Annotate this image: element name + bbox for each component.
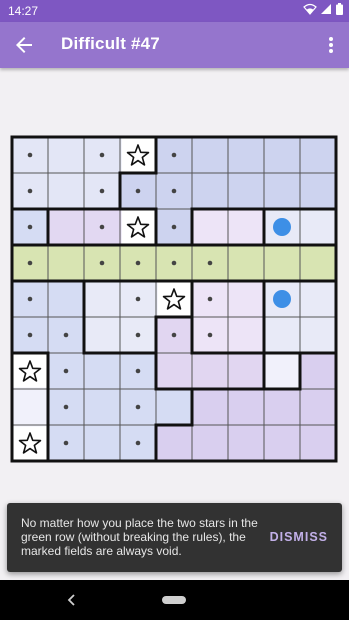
dismiss-button[interactable]: DISMISS	[270, 530, 328, 544]
void-dot	[27, 296, 33, 302]
board-cell[interactable]	[48, 137, 84, 173]
board-cell[interactable]	[84, 389, 120, 425]
board-cell[interactable]	[228, 209, 264, 245]
puzzle-grid	[10, 135, 338, 463]
board-cell[interactable]	[228, 389, 264, 425]
star-battle-board	[10, 135, 338, 463]
void-dot	[171, 332, 177, 338]
app-bar: Difficult #47	[0, 22, 349, 68]
board-cell[interactable]	[228, 353, 264, 389]
void-dot	[63, 368, 69, 374]
void-dot	[171, 260, 177, 266]
marked-void-indicator	[273, 218, 291, 236]
board-cell[interactable]	[264, 425, 300, 461]
void-dot	[99, 260, 105, 266]
status-bar: 14:27	[0, 0, 349, 22]
void-dot	[135, 296, 141, 302]
void-dot	[207, 296, 213, 302]
board-cell[interactable]	[192, 389, 228, 425]
navigation-bar	[0, 580, 349, 620]
board-cell[interactable]	[228, 317, 264, 353]
void-dot	[27, 332, 33, 338]
board-cell[interactable]	[300, 425, 336, 461]
board-cell[interactable]	[300, 209, 336, 245]
board-cell[interactable]	[84, 281, 120, 317]
page-title: Difficult #47	[61, 34, 160, 53]
nav-home-icon[interactable]	[162, 596, 186, 604]
wifi-icon	[303, 3, 317, 15]
void-dot	[27, 260, 33, 266]
board-cell[interactable]	[192, 425, 228, 461]
void-dot	[63, 440, 69, 446]
board-cell[interactable]	[300, 137, 336, 173]
board-cell[interactable]	[192, 209, 228, 245]
signal-icon	[321, 4, 331, 14]
status-icons	[303, 3, 343, 15]
void-dot	[207, 260, 213, 266]
void-dot	[99, 152, 105, 158]
board-cell[interactable]	[84, 317, 120, 353]
arrow-left-icon[interactable]	[12, 33, 36, 57]
snackbar: No matter how you place the two stars in…	[7, 503, 342, 572]
board-cell[interactable]	[192, 173, 228, 209]
board-cell[interactable]	[48, 173, 84, 209]
void-dot	[135, 404, 141, 410]
board-cell[interactable]	[156, 353, 192, 389]
board-cell[interactable]	[228, 245, 264, 281]
void-dot	[171, 152, 177, 158]
board-cell[interactable]	[156, 425, 192, 461]
board-cell[interactable]	[156, 389, 192, 425]
board-cell[interactable]	[48, 209, 84, 245]
board-cell[interactable]	[192, 137, 228, 173]
board-cell[interactable]	[300, 353, 336, 389]
board-cell[interactable]	[264, 173, 300, 209]
board-cell[interactable]	[264, 317, 300, 353]
void-dot	[27, 188, 33, 194]
board-cell[interactable]	[300, 245, 336, 281]
board-cell[interactable]	[84, 353, 120, 389]
void-dot	[135, 368, 141, 374]
board-cell[interactable]	[300, 389, 336, 425]
board-cell[interactable]	[300, 173, 336, 209]
void-dot	[171, 188, 177, 194]
void-dot	[135, 188, 141, 194]
battery-icon	[336, 3, 343, 15]
board-cell[interactable]	[228, 173, 264, 209]
board-cell[interactable]	[300, 317, 336, 353]
board-cell[interactable]	[300, 281, 336, 317]
board-cell[interactable]	[84, 425, 120, 461]
board-cell[interactable]	[228, 137, 264, 173]
void-dot	[135, 332, 141, 338]
void-dot	[27, 152, 33, 158]
void-dot	[63, 404, 69, 410]
void-dot	[207, 332, 213, 338]
void-dot	[27, 224, 33, 230]
status-time: 14:27	[8, 4, 39, 18]
void-dot	[135, 440, 141, 446]
void-dot	[135, 260, 141, 266]
void-dot	[99, 188, 105, 194]
board-cell[interactable]	[264, 389, 300, 425]
board-cell[interactable]	[264, 137, 300, 173]
more-vert-icon[interactable]	[323, 33, 339, 57]
board-cell[interactable]	[264, 353, 300, 389]
board-cell[interactable]	[264, 245, 300, 281]
void-dot	[99, 224, 105, 230]
board-cell[interactable]	[48, 245, 84, 281]
void-dot	[63, 332, 69, 338]
board-cell[interactable]	[228, 281, 264, 317]
board-cell[interactable]	[192, 353, 228, 389]
nav-back-icon[interactable]	[64, 591, 80, 609]
board-cell[interactable]	[48, 281, 84, 317]
marked-void-indicator	[273, 290, 291, 308]
void-dot	[171, 224, 177, 230]
board-cell[interactable]	[12, 389, 48, 425]
snackbar-message: No matter how you place the two stars in…	[21, 516, 258, 558]
board-cell[interactable]	[228, 425, 264, 461]
